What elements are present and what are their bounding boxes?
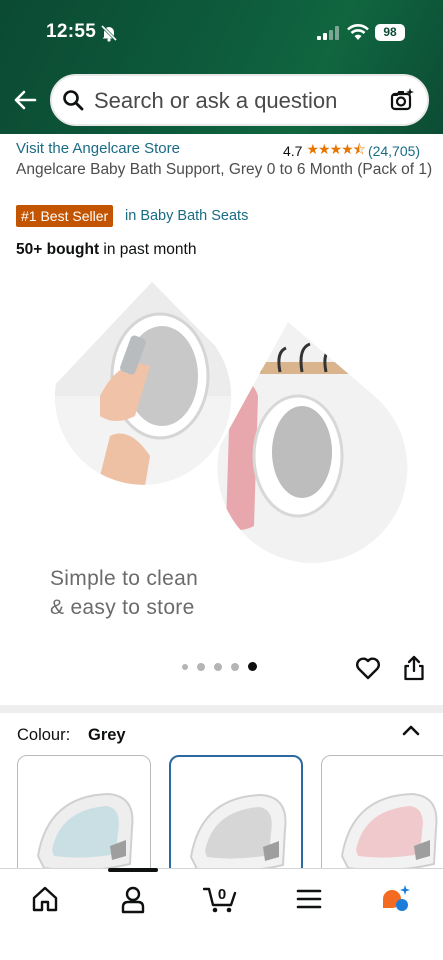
carousel-dot-active[interactable] [248,662,257,671]
chevron-up-icon[interactable] [401,722,421,738]
search-placeholder: Search or ask a question [94,88,338,113]
status-time: 12:55 [46,21,97,42]
best-seller-category-link[interactable]: in Baby Bath Seats [125,208,248,224]
share-icon[interactable] [402,654,426,682]
colour-value: Grey [88,726,126,744]
image-caption: Simple to clean & easy to store [50,564,198,622]
bought-in-past-month: 50+ bought in past month [16,241,196,259]
carousel-dot[interactable] [214,662,222,671]
signal-icon [317,26,339,40]
image-caption-line1: Simple to clean [50,567,199,590]
camera-lens-icon[interactable] [389,87,415,113]
product-title: Angelcare Baby Bath Support, Grey 0 to 6… [16,161,433,178]
wifi-icon [347,24,369,40]
best-seller-badge[interactable]: #1 Best Seller [16,205,114,227]
image-carousel-dots[interactable] [182,662,257,671]
rating-count[interactable]: (24,705) [368,143,420,159]
search-icon [63,90,84,111]
carousel-dot[interactable] [231,662,239,671]
account-icon[interactable] [117,883,149,915]
image-caption-line2: & easy to store [50,596,195,619]
bath-support-pink-image [340,792,438,872]
cart-count: 0 [218,886,226,903]
rufus-assistant-icon[interactable] [380,883,412,915]
colour-swatch-light-blue[interactable] [17,755,151,885]
rating-value: 4.7 [283,143,303,159]
bottom-tab-bar: 0 [0,868,443,960]
battery-indicator: 98 [375,24,405,41]
bath-support-grey-image [189,793,287,873]
store-link[interactable]: Visit the Angelcare Store [16,140,180,157]
bought-count: 50+ bought [16,241,100,258]
heart-icon[interactable] [355,655,381,681]
colour-swatch-grey[interactable] [169,755,303,885]
colour-label: Colour: [17,726,71,744]
bell-slash-icon [100,24,118,42]
back-arrow-icon[interactable] [12,87,38,113]
bought-period: in past month [103,241,197,258]
app-header: 12:55 98 Search or ask a question [0,0,443,134]
section-divider [0,705,443,713]
cart-icon[interactable]: 0 [203,883,239,915]
menu-icon[interactable] [293,883,325,915]
colour-swatch-pink[interactable] [321,755,443,885]
home-icon[interactable] [29,883,61,915]
search-input[interactable]: Search or ask a question [50,74,429,126]
product-image[interactable] [40,276,410,576]
carousel-dot[interactable] [182,663,188,670]
active-tab-indicator [108,868,158,872]
carousel-dot[interactable] [197,662,205,671]
bath-support-light-blue-image [36,792,134,872]
